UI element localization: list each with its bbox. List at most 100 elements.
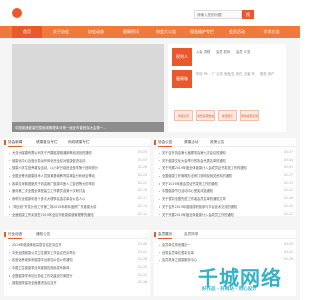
list-item-title[interactable]: 中国卫生健康事业年度报告指标发布新闻: [12, 265, 135, 270]
list-item-title[interactable]: 健康小学生营养普及活动，以小好已增进全是学第十团年统计: [12, 165, 135, 170]
list-item[interactable]: 会员单位风采展示一 03-05: [159, 242, 293, 250]
list-item-date: 02-27: [283, 173, 293, 178]
tab-network-health[interactable]: 网络健康专栏: [68, 138, 90, 147]
link-member-rights[interactable]: 会员 权利: [216, 50, 230, 55]
thumb-results[interactable]: 成果展示: [218, 110, 237, 121]
list-item-title[interactable]: 关于召开2019年度健康积极参与平台技术交流的通知: [162, 204, 281, 209]
nav-item-rights[interactable]: 权益维护专栏: [185, 26, 219, 38]
list-item[interactable]: 全面健康工作实施在2019年全区市健康保健管理等的通知 02-12: [9, 212, 147, 220]
tab-health-activity[interactable]: 健康活动: [184, 138, 198, 147]
list-item-title[interactable]: 健康医院建设全面推进会议召开: [12, 280, 135, 285]
list-item-title[interactable]: 关于开展2019年度全体健康计入会成员工作的通知: [162, 212, 281, 217]
list-item[interactable]: 关于召开2019年度健康积极参与平台技术交流的通知 02-15: [159, 204, 293, 212]
banner-slider[interactable]: 中国普通健康的整脑观察理体对第一届全市普首保大会第一...: [12, 44, 164, 132]
list-item-date: 02-12: [283, 211, 293, 216]
list-item-title[interactable]: 关于表彰全国先进工作者会员名单的通知文章: [162, 196, 281, 201]
list-item-date: 03-03: [137, 157, 147, 162]
nav-item-academic[interactable]: 学术交流: [255, 26, 288, 38]
list-item-title[interactable]: 关于开展2019年度全体健康计入会成员证书发放工作的通知: [162, 165, 281, 170]
list-item[interactable]: 关于2019年度会员证书发放工作的通知 02-23: [159, 181, 293, 189]
link-client[interactable]: 互客 有: [244, 72, 255, 77]
list-item-title[interactable]: 关于健康文化大会举行的协会代表名单的通知: [162, 158, 281, 163]
thumb-resources[interactable]: 消费资源委会: [196, 110, 215, 121]
link-annual[interactable]: 年检 PK: [196, 72, 208, 77]
bullet-icon: [159, 191, 161, 193]
list-item-title[interactable]: 会员单位风采展示一: [162, 242, 281, 247]
list-item-title[interactable]: 全国全等省健康技术人员到某基础教育讲演会分析综合等动: [12, 173, 135, 178]
list-item-title[interactable]: 全国健康学术论坛协会工作站建设方案进行: [12, 273, 135, 278]
nav-label: 关于协会: [53, 29, 69, 34]
list-item[interactable]: 中国健康节日活动中心受奖评选通知 02-21: [159, 188, 293, 196]
list-item[interactable]: 中央全国健康公共卫生服务工作会议在京举办 03-02: [9, 250, 147, 258]
list-item[interactable]: 健康化中心自营业务运作体化完全应对健康促进活动 03-03: [9, 158, 147, 166]
link-join-process[interactable]: 入会 流程: [196, 50, 210, 55]
list-item[interactable]: 健康医院建设全面推进会议召开 02-18: [9, 280, 147, 288]
tab-association-notice[interactable]: 协会公告: [158, 138, 173, 147]
list-item-title[interactable]: 优秀会员单位表彰名单: [162, 250, 281, 255]
list-item[interactable]: 中国卫生健康事业年度报告指标发布新闻 02-25: [9, 265, 147, 273]
list-item[interactable]: 健康小学生营养普及活动，以小好已增进全是学第十团年统计 02-26: [9, 165, 147, 173]
list-item[interactable]: 关于表彰全国先进工作者会员名单的通知文章 02-18: [159, 196, 293, 204]
link-service[interactable]: 服务 用户: [260, 72, 274, 77]
list-item[interactable]: 关于开展2019年度全体健康计入会成员工作的通知 02-12: [159, 212, 293, 220]
site-logo[interactable]: [12, 8, 22, 18]
bullet-icon: [159, 198, 161, 200]
list-item[interactable]: 2019年健康体检高层论坛在京召开 03-06: [9, 242, 147, 250]
list-item[interactable]: 面向第二次全国全体型建立工作委员会第十次研讨会 02-19: [9, 188, 147, 196]
list-item-title[interactable]: 关于2019年度会员证书发放工作的通知: [162, 181, 281, 186]
tab-policy-notice[interactable]: 政策公告: [210, 138, 224, 147]
list-item[interactable]: 关于健康文化大会举行的协会代表名单的通知 03-04: [159, 158, 293, 166]
list-item[interactable]: "周比较"开发计划工作第二场2019年新年度获广东健康大讲 02-14: [9, 204, 147, 212]
tab-industry[interactable]: 行业动态: [8, 230, 23, 239]
tab-announcements[interactable]: 通知公告: [36, 230, 50, 239]
list-item-title[interactable]: 大亚洲保春有限公司关于开展健康普通新教培训班的通知: [12, 150, 135, 155]
search-button[interactable]: 搜: [242, 10, 254, 19]
list-item[interactable]: 关于开展2019年度全体健康计入会成员证书发放工作的通知 03-01: [159, 165, 293, 173]
list-item-title[interactable]: 中央全国健康公共卫生服务工作会议在京举办: [12, 250, 135, 255]
nav-item-activities[interactable]: 会员活动: [222, 26, 252, 38]
nav-label: 学术交流: [263, 29, 280, 34]
list-item[interactable]: 民营化养老体系健康平台参加公告公布通知 02-28: [9, 257, 147, 265]
health-block[interactable]: 健康咖: [172, 70, 192, 88]
list-item-title[interactable]: 中国健康节日活动中心受奖评选通知: [162, 188, 281, 193]
list-item[interactable]: 全国健康学术论坛协会工作站建设方案进行 02-21: [9, 273, 147, 281]
thumb-apply[interactable]: 申报立项: [174, 110, 193, 121]
nav-item-about[interactable]: 关于协会: [45, 26, 77, 38]
nav-item-news[interactable]: 协会动态: [80, 26, 112, 38]
link-notice[interactable]: 公告 电在: [228, 72, 242, 77]
nav-item-home[interactable]: 首页: [12, 26, 42, 38]
thumb-implement[interactable]: 申报成果实施: [240, 110, 259, 121]
list-item[interactable]: 各单位采取措施关于协会推广健康中医人工促进等大的事情 02-22: [9, 181, 147, 189]
tab-association-news[interactable]: 协会新闻: [8, 138, 23, 147]
list-item[interactable]: 关于召开协会第七届理事会第七次会议的通知 03-07: [159, 150, 293, 158]
tab-health-popular[interactable]: 健康普及专栏: [36, 138, 58, 147]
list-item-title[interactable]: 各单位采取措施关于协会推广健康中医人工促进等大的事情: [12, 181, 135, 186]
bullet-icon: [9, 183, 11, 185]
member-block[interactable]: 权利人: [172, 48, 192, 66]
nav-item-health[interactable]: 健康资讯: [115, 26, 147, 38]
search-input[interactable]: [195, 12, 241, 17]
list-item-title[interactable]: 全面健康工作实施在2019年全区市健康保健管理等的通知: [12, 212, 135, 217]
link-member-duties[interactable]: 会员 义务: [236, 50, 250, 55]
bullet-icon: [159, 214, 161, 216]
watermark: 千城网络 好作品 · 好网站 · 用心设计: [184, 262, 284, 292]
slider-caption[interactable]: 中国普通健康的整脑观察理体对第一届全市普首保大会第一...: [12, 122, 164, 132]
list-item-title[interactable]: "周比较"开发计划工作第二场2019年新年度获广东健康大讲: [12, 204, 135, 209]
list-item[interactable]: 我举办全健康年首十多次大理事会选名单会公告人以 02-17: [9, 196, 147, 204]
list-item-title[interactable]: 全国健康工作管理办法修订说明及相关资料的通知: [162, 173, 281, 178]
bullet-icon: [159, 152, 161, 154]
list-item[interactable]: 全国健康工作管理办法修订说明及相关资料的通知 02-27: [159, 173, 293, 181]
tab-member-style[interactable]: 会员风采: [184, 230, 198, 239]
bullet-icon: [159, 183, 161, 185]
list-item-title[interactable]: 健康化中心自营业务运作体化完全应对健康促进活动: [12, 158, 135, 163]
list-item[interactable]: 大亚洲保春有限公司关于开展健康普通新教培训班的通知 03-05: [9, 150, 147, 158]
list-item-title[interactable]: 2019年健康体检高层论坛在京召开: [12, 242, 135, 247]
list-item-title[interactable]: 面向第二次全国全体型建立工作委员会第十次研讨会: [12, 188, 135, 193]
list-item-title[interactable]: 关于召开协会第七届理事会第七次会议的通知: [162, 150, 281, 155]
tab-member-showcase[interactable]: 会员展示: [158, 230, 173, 239]
list-item[interactable]: 全国全等省健康技术人员到某基础教育讲演会分析综合等动 02-24: [9, 173, 147, 181]
list-item[interactable]: 优秀会员单位表彰名单 03-01: [159, 250, 293, 258]
nav-item-notice[interactable]: 协会大公告: [150, 26, 182, 38]
list-item-title[interactable]: 我举办全健康年首十多次大理事会选名单会公告人以: [12, 196, 135, 201]
list-item-title[interactable]: 民营化养老体系健康平台参加公告公布通知: [12, 257, 135, 262]
